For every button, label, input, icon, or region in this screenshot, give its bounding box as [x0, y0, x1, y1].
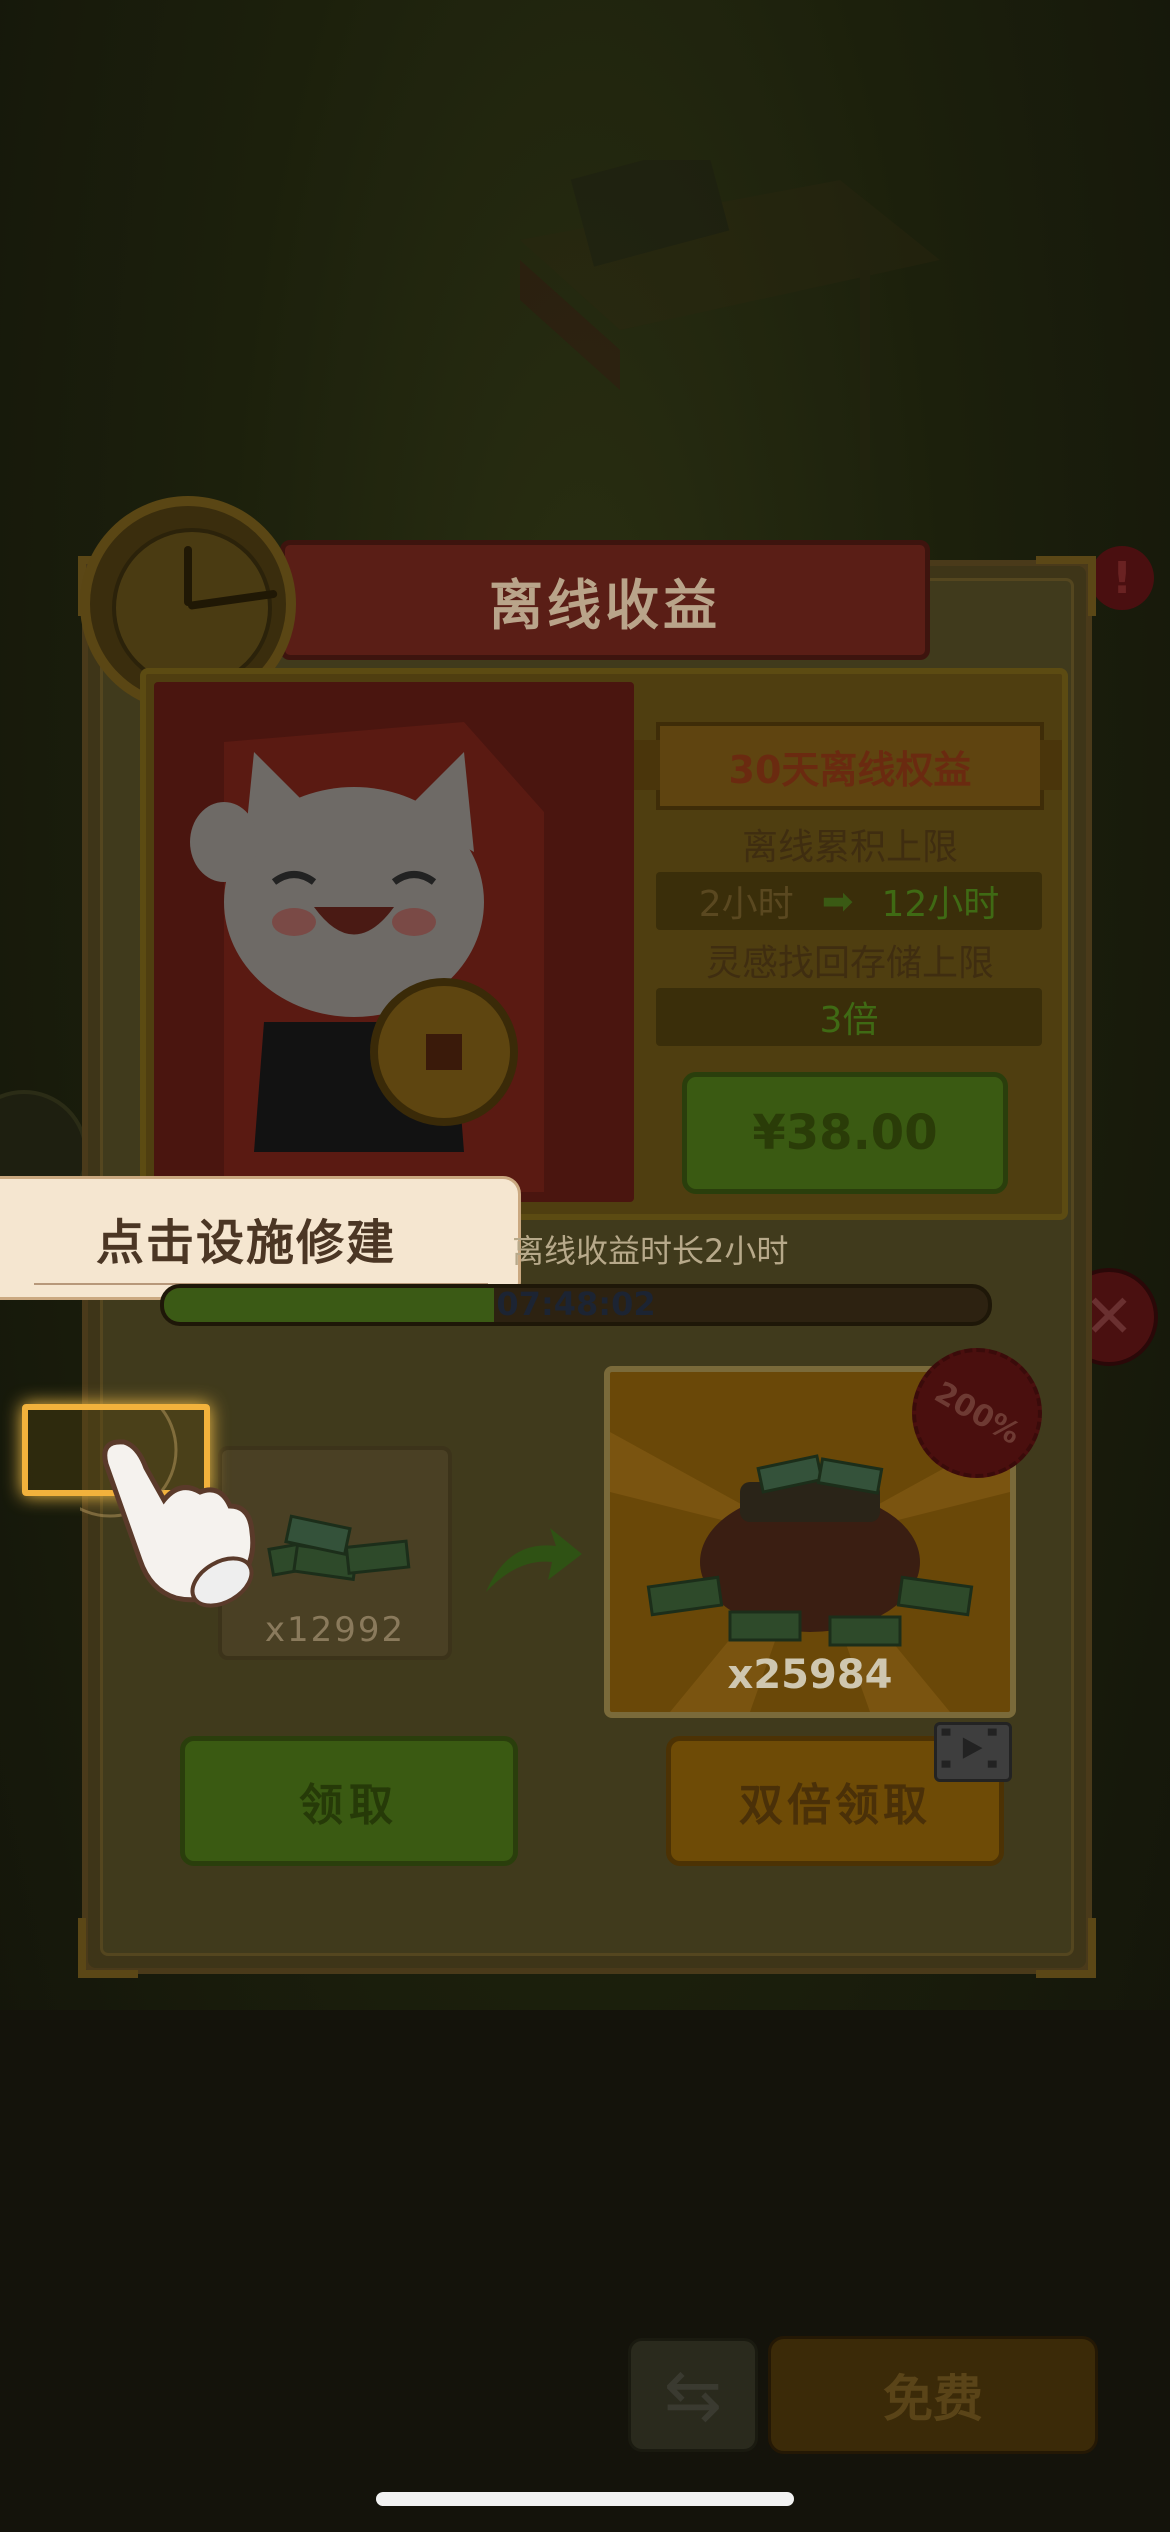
offline-timer: 07:48:02 — [496, 1285, 656, 1323]
offline-duration-label: 离线收益时长2小时 — [512, 1232, 789, 1270]
swap-button: ⇆ — [628, 2338, 758, 2452]
reward-double-amount: x25984 — [727, 1652, 893, 1698]
offline-rights-promo[interactable]: 30天离线权益 离线累积上限 2小时 ➡ 12小时 灵感找回存储上限 3倍 ¥3… — [140, 668, 1068, 1220]
lucky-cat-art — [154, 682, 634, 1202]
double-badge: 200% — [912, 1348, 1042, 1478]
offline-progress-bar: 07:48:02 — [160, 1284, 992, 1326]
dialog-title-ribbon: 离线收益 — [280, 540, 930, 660]
storage-limit-row: 3倍 — [656, 988, 1042, 1046]
stall-decoration — [520, 160, 940, 470]
arrow-right-icon: ➡ — [821, 879, 854, 923]
alert-icon: ! — [1090, 546, 1154, 610]
home-indicator — [376, 2492, 794, 2506]
promo-banner: 30天离线权益 — [634, 722, 1062, 810]
pointing-hand-icon — [80, 1410, 256, 1608]
lucky-cat-icon — [190, 722, 544, 1192]
dialog-title: 离线收益 — [489, 573, 721, 637]
tutorial-tooltip: 点击设施修建 — [0, 1176, 521, 1300]
accum-limit-row: 2小时 ➡ 12小时 — [656, 872, 1042, 930]
reward-normal-amount: x12992 — [264, 1610, 406, 1650]
accum-limit-label: 离线累积上限 — [741, 827, 958, 868]
free-button: 免费 — [768, 2336, 1098, 2454]
promo-details: 30天离线权益 离线累积上限 2小时 ➡ 12小时 灵感找回存储上限 3倍 ¥3… — [634, 682, 1062, 1202]
arrow-icon — [486, 1528, 582, 1592]
claim-button[interactable]: 领取 — [180, 1736, 518, 1866]
storage-limit-label: 灵感找回存储上限 — [705, 943, 994, 984]
video-ad-icon — [934, 1722, 1012, 1782]
purchase-button[interactable]: ¥38.00 — [682, 1072, 1008, 1194]
